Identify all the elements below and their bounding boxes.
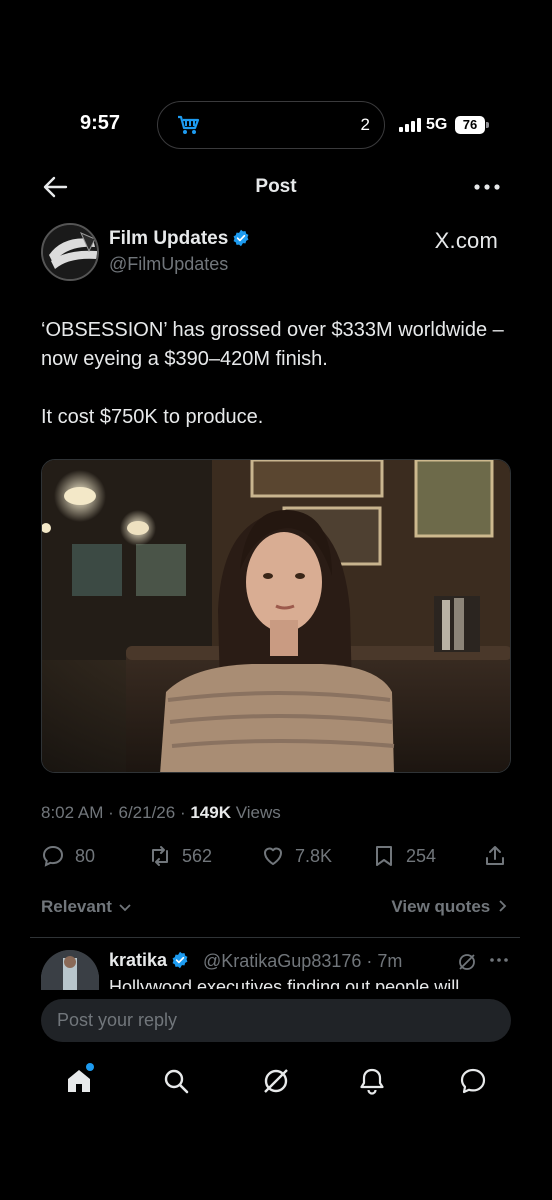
post-text-line-2: It cost $750K to produce.	[41, 406, 264, 428]
author-name[interactable]: Film Updates	[109, 228, 250, 250]
view-quotes-label[interactable]: View quotes	[391, 897, 490, 916]
divider	[30, 937, 520, 938]
views-label: Views	[235, 803, 281, 822]
repost-button[interactable]: 562	[148, 843, 212, 869]
signal-icon	[399, 118, 421, 132]
reply-author[interactable]: kratika	[109, 950, 189, 971]
battery-tip	[486, 122, 489, 128]
author-name-text[interactable]: Film Updates	[109, 228, 228, 249]
source-label[interactable]: X.com	[435, 228, 498, 254]
post-date: 6/21/26	[118, 803, 176, 822]
repost-count: 562	[182, 845, 213, 866]
reply-composer[interactable]: Post your reply	[41, 999, 511, 1042]
search-icon	[164, 1069, 189, 1094]
post-meta: 8:02 AM · 6/21/26 · 149K Views	[41, 803, 281, 822]
reply-composer-placeholder: Post your reply	[57, 1010, 178, 1030]
share-icon	[486, 846, 504, 865]
view-quotes-link[interactable]: View quotes	[391, 897, 507, 917]
reply-count: 80	[75, 845, 96, 866]
avatar-logo	[43, 225, 97, 279]
cart-icon	[178, 115, 200, 134]
reply-handle[interactable]: @KratikaGup83176 · 7m	[203, 951, 402, 972]
grok-icon	[264, 1069, 288, 1093]
reply-button[interactable]: 80	[41, 843, 95, 869]
like-button[interactable]: 7.8K	[261, 843, 332, 869]
reply-author-name[interactable]: kratika	[109, 950, 167, 970]
post-text-line-1: ‘OBSESSION’ has grossed over $333M world…	[41, 319, 504, 370]
nav-notifications[interactable]	[357, 1066, 387, 1096]
page-title: Post	[255, 176, 297, 197]
sort-relevant[interactable]: Relevant	[41, 897, 131, 917]
repost-icon	[152, 846, 168, 866]
chevron-down-icon	[118, 904, 131, 912]
verified-icon	[172, 951, 188, 969]
dynamic-island[interactable]: 2	[157, 101, 385, 149]
chevron-right-icon	[499, 900, 507, 912]
post-image[interactable]	[41, 459, 511, 773]
status-time: 9:57	[80, 112, 121, 134]
reply-icon	[42, 845, 64, 867]
messages-icon	[460, 1068, 486, 1094]
post-time: 8:02 AM	[41, 803, 104, 822]
network-label: 5G	[426, 116, 448, 133]
post-text: ‘OBSESSION’ has grossed over $333M world…	[41, 316, 511, 432]
more-icon[interactable]	[474, 184, 500, 190]
author-handle[interactable]: @FilmUpdates	[109, 254, 228, 275]
notifications-icon	[360, 1068, 384, 1095]
sort-relevant-label[interactable]: Relevant	[41, 897, 112, 916]
nav-messages[interactable]	[458, 1066, 488, 1096]
nav-search[interactable]	[161, 1066, 191, 1096]
reply-avatar-image	[41, 950, 99, 990]
home-notification-dot	[86, 1063, 94, 1071]
author-avatar[interactable]	[41, 223, 99, 281]
reply-more-icon[interactable]	[490, 958, 508, 962]
bookmark-button[interactable]: 254	[372, 843, 436, 869]
verified-icon	[233, 229, 249, 247]
like-icon	[264, 847, 282, 865]
battery-icon: 76	[455, 116, 485, 134]
nav-grok[interactable]	[261, 1066, 291, 1096]
grok-icon[interactable]	[457, 952, 477, 972]
post-image-scene	[42, 460, 510, 772]
bookmark-count: 254	[406, 845, 437, 866]
share-button[interactable]	[483, 843, 507, 869]
reply-avatar[interactable]	[41, 950, 99, 990]
reply-text[interactable]: Hollywood executives finding out people …	[109, 976, 519, 989]
island-count: 2	[360, 115, 370, 134]
bookmark-icon	[376, 846, 392, 866]
views-count: 149K	[190, 803, 231, 822]
like-count: 7.8K	[295, 845, 333, 866]
